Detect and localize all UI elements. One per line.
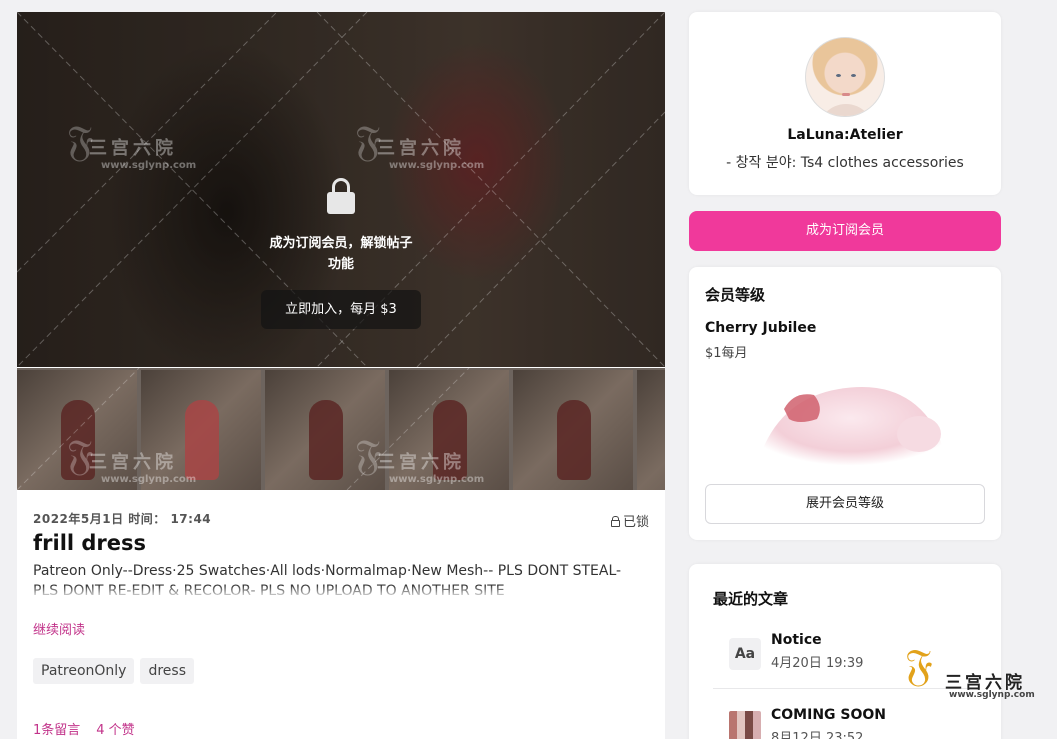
read-more-link[interactable]: 继续阅读 [33,619,85,638]
phoenix-icon: 𝔉 [905,640,933,691]
creator-field: - 창작 분야: Ts4 clothes accessories [726,155,964,171]
creator-card: LaLuna:Atelier - 창작 분야: Ts4 clothes acce… [689,12,1001,195]
post-tags: PatreonOnly dress [33,658,194,684]
expand-tiers-button[interactable]: 展开会员等级 [705,484,985,524]
preview-thumbnails: 𝔉 三宫六院 www.sglynp.com 𝔉 三宫六院 www.sglynp.… [17,368,665,490]
tier-name: Cherry Jubilee [705,320,817,336]
watermark: 𝔉 三宫六院 www.sglynp.com [67,116,197,171]
watermark: 𝔉 三宫六院 www.sglynp.com [355,116,485,171]
membership-tiers-card: 会员等级 Cherry Jubilee $1每月 展开会员等级 [689,267,1001,540]
join-button[interactable]: 立即加入，每月 $3 [261,290,421,329]
post-stats: 1条留言 4 个赞 [33,719,135,738]
text-post-icon: Aa [729,638,761,670]
post-preview-image: 𝔉 三宫六院 www.sglynp.com 𝔉 三宫六院 www.sglynp.… [17,12,665,367]
post-date: 2022年5月1日 时间： 17:44 [33,512,212,526]
article-thumbnail [729,711,761,739]
article-item[interactable]: COMING SOON 8月12日 23:52 [729,707,886,739]
article-item[interactable]: Aa Notice 4月20日 19:39 [729,632,863,671]
tier-price: $1每月 [705,346,748,361]
locked-status: 已锁 [610,511,649,530]
tag-dress[interactable]: dress [140,658,194,684]
watermark: 𝔉 三宫六院 www.sglynp.com [67,430,197,485]
post-card: 𝔉 三宫六院 www.sglynp.com 𝔉 三宫六院 www.sglynp.… [17,12,665,739]
lock-icon [610,516,620,527]
lock-icon [327,178,355,214]
subscribe-button[interactable]: 成为订阅会员 [689,211,1001,251]
post-description: Patreon Only--Dress·25 Swatches·All lods… [33,561,643,599]
watermark: 𝔉 三宫六院 www.sglynp.com [355,430,485,485]
site-watermark-logo: 𝔉 三宫六院 www.sglynp.com [905,640,1035,700]
avatar[interactable] [805,37,885,117]
tier-image [759,387,943,466]
creator-name[interactable]: LaLuna:Atelier [689,127,1001,143]
comments-link[interactable]: 1条留言 [33,719,80,738]
post-title[interactable]: frill dress [33,531,146,555]
tag-patreononly[interactable]: PatreonOnly [33,658,135,684]
likes-link[interactable]: 4 个赞 [96,719,134,738]
lock-message: 成为订阅会员，解锁帖子 功能 [269,236,413,272]
recent-title: 最近的文章 [713,590,789,608]
tiers-title: 会员等级 [705,286,766,304]
